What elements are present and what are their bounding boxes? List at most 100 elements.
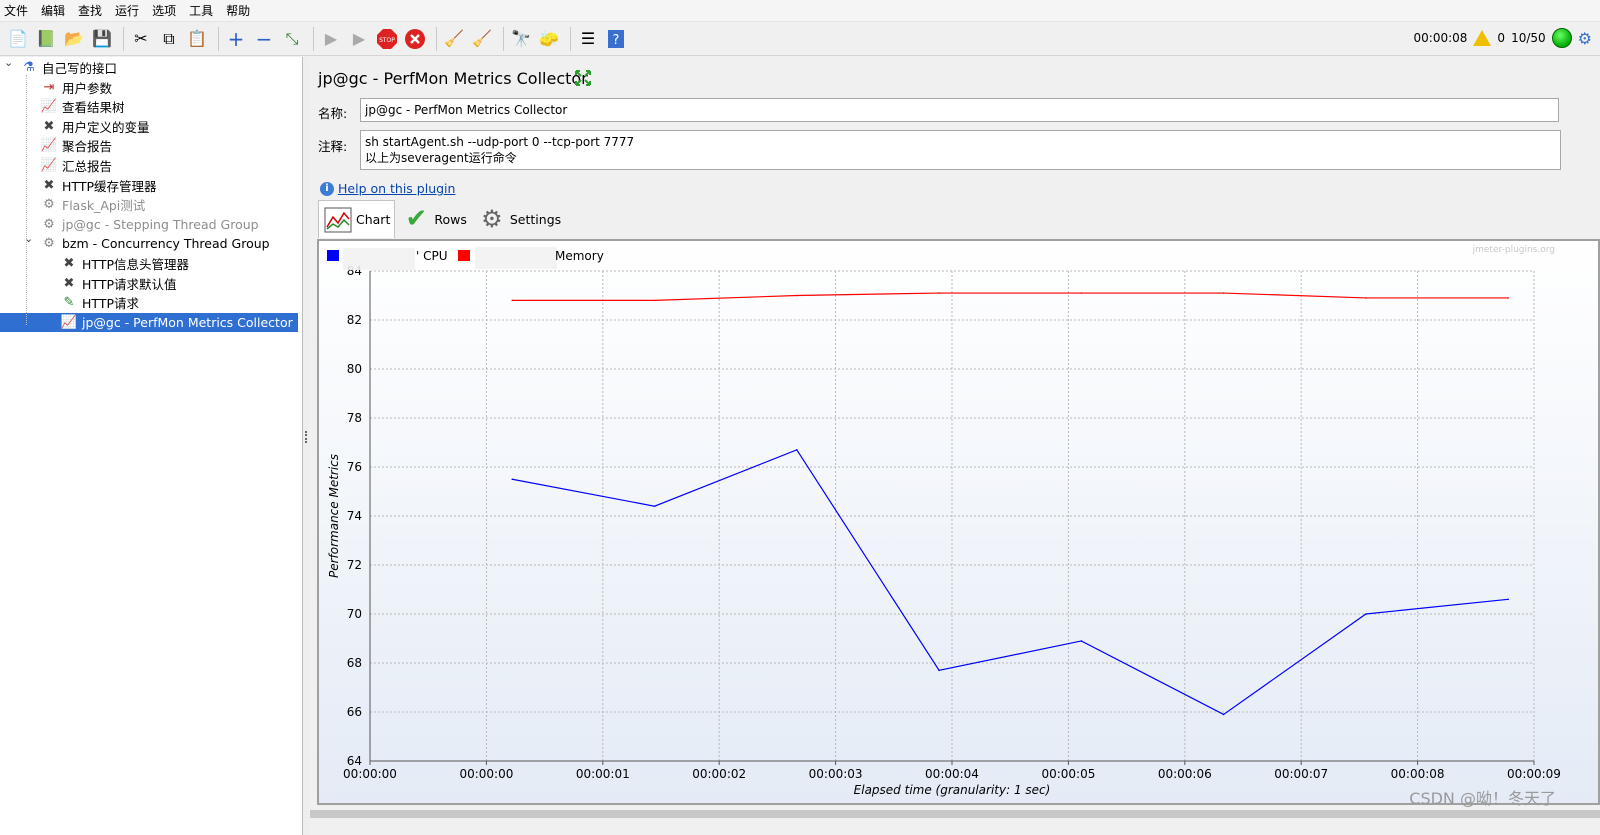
checkmark-icon: ✔	[405, 204, 428, 234]
horizontal-scrollbar[interactable]	[310, 810, 1600, 818]
tree-item-label: Flask_Api测试	[62, 198, 146, 214]
tree-item-label: jp@gc - PerfMon Metrics Collector	[82, 314, 293, 330]
preprocessor-icon: ⇥	[43, 79, 55, 95]
tree-item[interactable]: ⚙ Flask_Api测试	[40, 195, 145, 214]
tree-item[interactable]: ✖ HTTP缓存管理器	[40, 176, 157, 195]
x-tick-label: 00:00:01	[576, 767, 630, 781]
tree-item[interactable]: 📈 查看结果树	[40, 97, 125, 116]
config-wrench-icon: ✖	[43, 177, 55, 193]
templates-icon[interactable]: 📗	[34, 27, 58, 51]
tree-expand-toggle[interactable]: ⌄	[4, 56, 13, 69]
tree-item[interactable]: ✖ HTTP信息头管理器	[60, 254, 189, 273]
tab-chart[interactable]: Chart	[318, 200, 396, 238]
tree-item[interactable]: ✖ HTTP请求默认值	[60, 274, 177, 293]
start-icon[interactable]: ▶	[319, 27, 343, 51]
tab-label: Settings	[509, 211, 562, 227]
tree-item-label: 汇总报告	[62, 159, 113, 174]
data-point-memory	[1507, 297, 1509, 299]
save-icon[interactable]: 💾	[90, 27, 114, 51]
page-title: jp@gc - PerfMon Metrics Collector	[318, 69, 588, 88]
x-tick-label: 00:00:00	[459, 767, 513, 781]
tree-item[interactable]: ⇥ 用户参数	[40, 78, 112, 97]
sampler-pipette-icon: ✎	[63, 295, 75, 311]
name-field[interactable]: jp@gc - PerfMon Metrics Collector	[360, 98, 1559, 122]
listener-icon: 📈	[40, 138, 58, 154]
menu-item[interactable]: 帮助	[226, 2, 250, 19]
expand-icon[interactable]: +	[224, 27, 248, 51]
cut-icon[interactable]: ✂	[129, 27, 153, 51]
menu-item[interactable]: 工具	[189, 2, 213, 19]
y-tick-label: 72	[347, 558, 362, 572]
separator	[218, 26, 219, 51]
toggle-icon[interactable]: ⤡	[280, 27, 304, 51]
config-wrench-icon: ✖	[63, 275, 75, 291]
tree-item[interactable]: ⚗ 自己写的接口	[20, 58, 117, 77]
tab-settings[interactable]: ⚙ Settings	[473, 200, 565, 238]
perfmon-chart: 646668707274767880828400:00:00 00:00:00 00…	[327, 245, 1561, 797]
start-no-pause-icon[interactable]: ▶	[347, 27, 371, 51]
warning-icon[interactable]	[1473, 30, 1492, 46]
maximize-icon[interactable]	[574, 69, 592, 87]
data-point-memory	[938, 292, 940, 294]
tree-item-label: 自己写的接口	[42, 61, 118, 76]
shutdown-icon[interactable]	[403, 27, 427, 51]
menu-item[interactable]: 编辑	[41, 2, 65, 19]
menu-item[interactable]: 运行	[115, 2, 139, 19]
reset-search-icon[interactable]: 🧽	[537, 27, 561, 51]
thread-group-icon: ⚙	[43, 236, 55, 252]
menu-item[interactable]: 文件	[4, 2, 28, 19]
config-wrench-icon: ✖	[63, 256, 75, 271]
thread-group-icon: ⚙	[43, 216, 55, 232]
stop-icon[interactable]: STOP	[375, 27, 399, 51]
separator	[313, 26, 314, 51]
tree-item-label: bzm - Concurrency Thread Group	[62, 236, 270, 252]
x-tick-label: 00:00:09	[1507, 767, 1561, 781]
tree-item-label: 查看结果树	[62, 100, 125, 116]
splitter-handle[interactable]	[303, 57, 309, 835]
elapsed-time: 00:00:08	[1413, 31, 1468, 45]
tree-item[interactable]: ✎ HTTP请求	[60, 293, 139, 312]
tab-rows[interactable]: ✔ Rows	[397, 200, 471, 238]
menu-item[interactable]: 选项	[152, 2, 176, 19]
tree-item[interactable]: 📈 汇总报告	[40, 156, 112, 175]
log-icon[interactable]: ⚙	[1578, 29, 1592, 48]
comment-field[interactable]: sh startAgent.sh --udp-port 0 --tcp-port…	[360, 130, 1561, 170]
tree-item-selected[interactable]: 📈 jp@gc - PerfMon Metrics Collector	[0, 312, 298, 332]
new-icon[interactable]: 📄	[6, 27, 30, 51]
tab-bar: Chart ✔ Rows ⚙ Settings	[318, 200, 567, 238]
tree-item-label: 用户参数	[62, 80, 113, 96]
svg-text:STOP: STOP	[379, 37, 395, 44]
comment-line: sh startAgent.sh --udp-port 0 --tcp-port…	[365, 135, 635, 149]
data-point-cpu	[938, 669, 940, 672]
separator	[436, 26, 437, 51]
copy-icon[interactable]: ⧉	[157, 27, 181, 51]
open-icon[interactable]: 📂	[62, 27, 86, 51]
tree-item[interactable]: 📈 聚合报告	[40, 136, 112, 155]
search-icon[interactable]: 🔭	[509, 27, 533, 51]
name-label: 名称:	[318, 106, 348, 121]
clear-all-icon[interactable]: 🧹	[470, 27, 494, 51]
x-axis-label: Elapsed time (granularity: 1 sec)	[854, 783, 1051, 797]
tree-item-label: jp@gc - Stepping Thread Group	[62, 216, 259, 232]
legend-label-memory: Memory	[555, 249, 604, 263]
help-icon[interactable]: ?	[604, 27, 628, 51]
clear-icon[interactable]: 🧹	[442, 27, 466, 51]
comment-line: 以上为severagent运行命令	[365, 151, 517, 165]
tree-item[interactable]: ✖ 用户定义的变量	[40, 117, 150, 136]
data-point-memory	[1365, 297, 1367, 299]
tree-item[interactable]: ⚙ bzm - Concurrency Thread Group	[40, 234, 270, 253]
chart-icon	[323, 206, 353, 234]
help-link[interactable]: Help on this plugin	[338, 181, 455, 196]
menu-item[interactable]: 查找	[78, 2, 102, 19]
data-point-memory	[511, 299, 514, 302]
collapse-icon[interactable]: −	[252, 27, 276, 51]
y-tick-label: 78	[347, 411, 362, 425]
tree-item[interactable]: ⚙ jp@gc - Stepping Thread Group	[40, 215, 259, 234]
paste-icon[interactable]: 📋	[185, 27, 209, 51]
function-helper-icon[interactable]: ☰	[576, 27, 600, 51]
tree-item-label: HTTP请求	[82, 296, 139, 312]
tab-label: Rows	[434, 211, 467, 227]
thread-group-icon: ⚙	[43, 197, 55, 213]
y-tick-label: 68	[347, 656, 362, 670]
thread-count: 10/50	[1511, 31, 1546, 45]
